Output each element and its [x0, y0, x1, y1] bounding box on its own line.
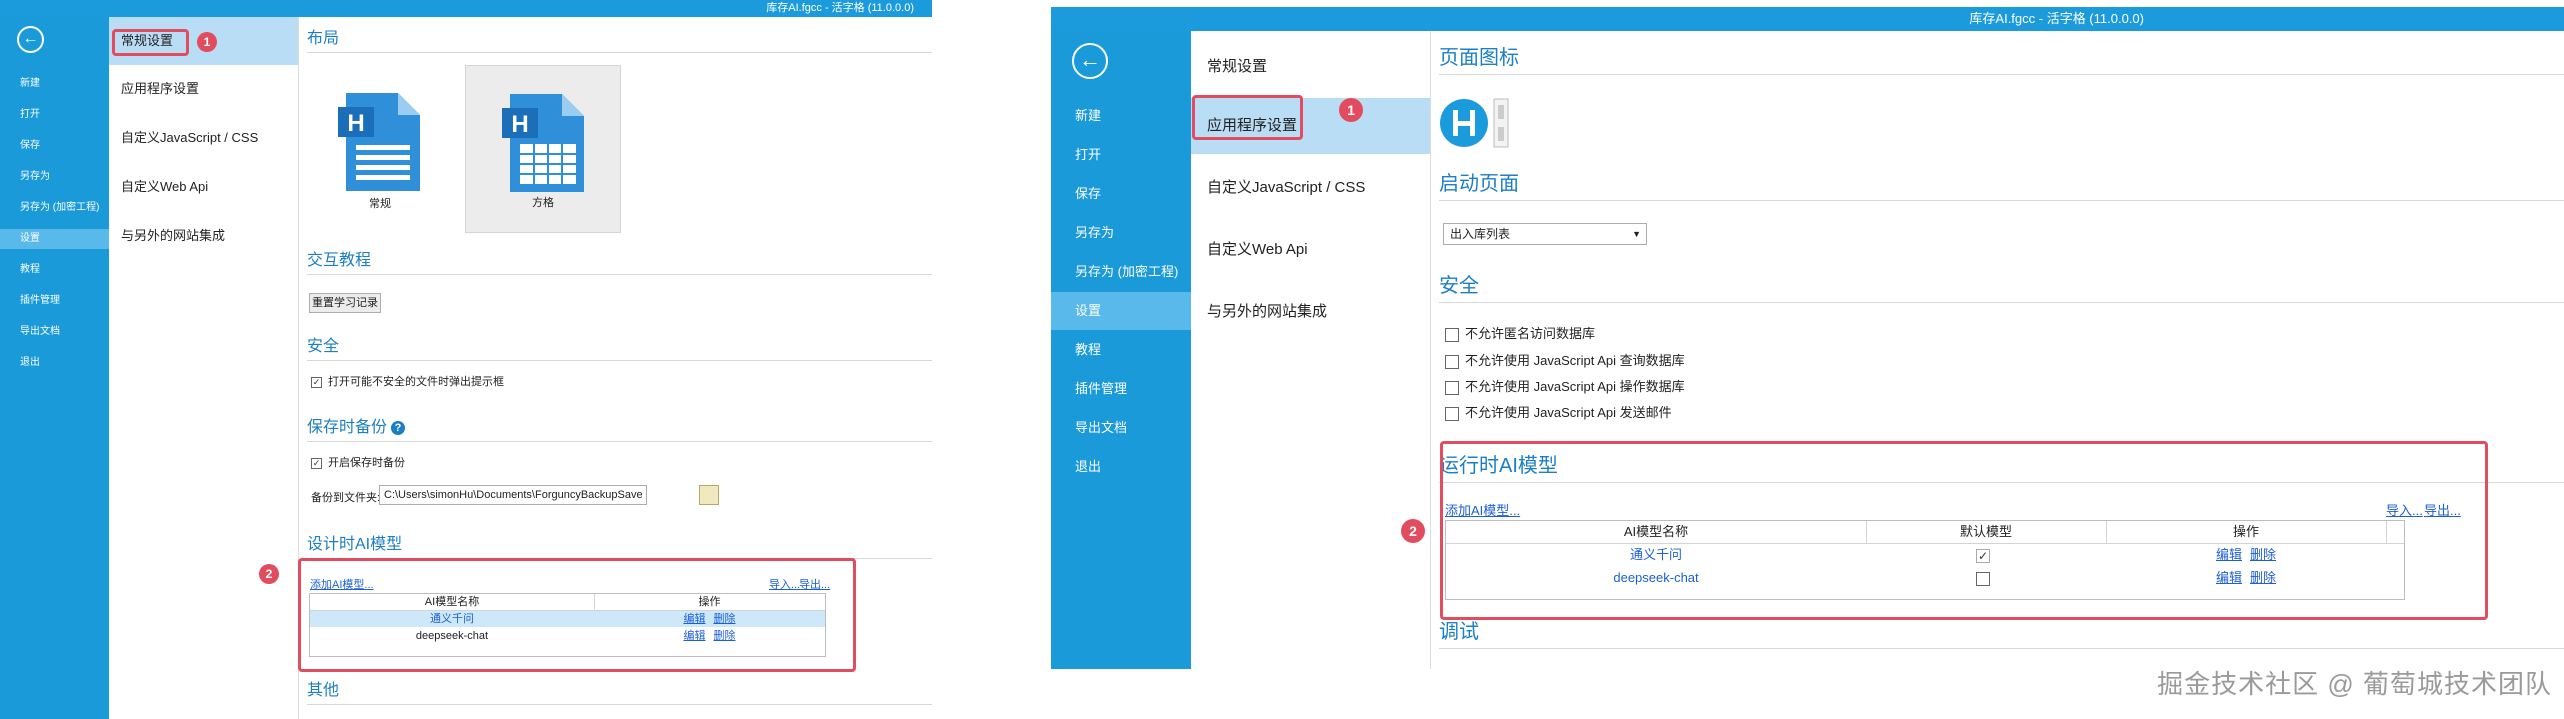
nav-plugins[interactable]: 插件管理 [1051, 370, 1191, 408]
grid-document-icon: H [502, 94, 584, 192]
checkbox-icon[interactable] [1445, 327, 1459, 342]
section-backup-title: 保存时备份? [307, 416, 932, 442]
section-security-title: 安全 [1439, 271, 2564, 303]
backup-folder-input[interactable]: C:\Users\simonHu\Documents\ForguncyBacku… [379, 485, 647, 505]
document-icon: H [338, 93, 420, 191]
nav-save[interactable]: 保存 [1051, 175, 1191, 213]
nav-settings[interactable]: 设置 [0, 229, 109, 249]
section-page-icon-title: 页面图标 [1439, 43, 2564, 75]
window-title: 库存AI.fgcc - 活字格 (11.0.0.0) [0, 0, 932, 17]
layout-option-grid[interactable]: H 方格 [465, 65, 621, 233]
nav-new[interactable]: 新建 [0, 74, 109, 94]
nav-open[interactable]: 打开 [0, 105, 109, 125]
checkbox-icon[interactable]: ✓ [311, 376, 322, 388]
nav-open[interactable]: 打开 [1051, 136, 1191, 174]
annotation-badge: 1 [1339, 98, 1363, 122]
annotation-badge: 1 [197, 32, 217, 52]
section-layout-title: 布局 [307, 27, 932, 53]
nav-save-as[interactable]: 另存为 [1051, 214, 1191, 252]
settings-subnav: 常规设置 应用程序设置 自定义JavaScript / CSS 自定义Web A… [109, 17, 299, 719]
annotation-highlight-ai-models [1440, 441, 2488, 620]
deny-anonymous-db-check[interactable]: 不允许匿名访问数据库 [1445, 323, 1595, 345]
backup-folder-label: 备份到文件夹: [311, 492, 381, 504]
checkbox-icon[interactable]: ✓ [311, 457, 322, 469]
section-design-ai-title: 设计时AI模型 [307, 533, 932, 559]
reset-tutorial-button[interactable]: 重置学习记录 [309, 293, 381, 313]
nav-exit[interactable]: 退出 [0, 353, 109, 373]
nav-plugins[interactable]: 插件管理 [0, 291, 109, 311]
annotation-highlight-general [112, 29, 189, 56]
back-arrow-icon[interactable]: ← [1072, 43, 1108, 79]
subnav-web-api[interactable]: 自定义Web Api [109, 163, 298, 211]
deny-js-query-check[interactable]: 不允许使用 JavaScript Api 查询数据库 [1445, 350, 1685, 372]
annotation-badge: 2 [1401, 519, 1425, 543]
watermark: 掘金技术社区 @ 葡萄城技术团队 [2157, 669, 2552, 699]
start-page-select[interactable]: 出入库列表 ▼ [1443, 223, 1647, 245]
annotation-highlight-ai-models [298, 558, 856, 672]
subnav-site-integration[interactable]: 与另外的网站集成 [109, 212, 298, 260]
checkbox-icon[interactable] [1445, 354, 1459, 369]
left-window: 库存AI.fgcc - 活字格 (11.0.0.0) ← 新建 打开 保存 另存… [0, 0, 932, 719]
deny-js-modify-check[interactable]: 不允许使用 JavaScript Api 操作数据库 [1445, 376, 1685, 398]
backup-on-save-check[interactable]: ✓ 开启保存时备份 [311, 455, 405, 471]
back-arrow-icon[interactable]: ← [17, 26, 44, 53]
layout-option-normal[interactable]: H 常规 [302, 65, 458, 233]
layout-option-label: 常规 [369, 198, 391, 210]
nav-tutorial[interactable]: 教程 [0, 260, 109, 280]
nav-settings[interactable]: 设置 [1051, 292, 1191, 330]
unsafe-file-warning-check[interactable]: ✓ 打开可能不安全的文件时弹出提示框 [311, 374, 504, 390]
annotation-highlight-app-settings [1192, 95, 1303, 140]
nav-export-doc[interactable]: 导出文档 [1051, 409, 1191, 447]
subnav-web-api[interactable]: 自定义Web Api [1191, 222, 1430, 278]
nav-save[interactable]: 保存 [0, 136, 109, 156]
section-security-title: 安全 [307, 335, 932, 361]
svg-text:H: H [511, 111, 528, 138]
svg-text:H: H [347, 110, 364, 137]
subnav-general[interactable]: 常规设置 [1191, 39, 1430, 95]
right-window: 库存AI.fgcc - 活字格 (11.0.0.0) ← 新建 打开 保存 另存… [1051, 7, 2564, 669]
checkbox-icon[interactable] [1445, 380, 1459, 395]
section-tutorial-title: 交互教程 [307, 249, 932, 275]
nav-tutorial[interactable]: 教程 [1051, 331, 1191, 369]
backstage-nav: ← 新建 打开 保存 另存为 另存为 (加密工程) 设置 教程 插件管理 导出文… [0, 17, 109, 719]
chevron-down-icon: ▼ [1632, 229, 1641, 239]
nav-export-doc[interactable]: 导出文档 [0, 322, 109, 342]
subnav-custom-js-css[interactable]: 自定义JavaScript / CSS [1191, 160, 1430, 216]
help-icon[interactable]: ? [391, 420, 406, 435]
browse-folder-button[interactable] [699, 485, 719, 505]
section-other-title: 其他 [307, 679, 932, 705]
annotation-badge: 2 [259, 564, 279, 584]
section-start-page-title: 启动页面 [1439, 169, 2564, 201]
layout-option-label: 方格 [532, 197, 554, 209]
window-title: 库存AI.fgcc - 活字格 (11.0.0.0) [1051, 7, 2564, 31]
subnav-site-integration[interactable]: 与另外的网站集成 [1191, 284, 1430, 340]
subnav-app[interactable]: 应用程序设置 [109, 65, 298, 113]
nav-save-as-encrypted[interactable]: 另存为 (加密工程) [1051, 253, 1191, 291]
backstage-nav: ← 新建 打开 保存 另存为 另存为 (加密工程) 设置 教程 插件管理 导出文… [1051, 31, 1191, 669]
nav-new[interactable]: 新建 [1051, 97, 1191, 135]
page-icon-preview[interactable] [1440, 97, 1512, 149]
nav-save-as[interactable]: 另存为 [0, 167, 109, 187]
subnav-custom-js-css[interactable]: 自定义JavaScript / CSS [109, 114, 298, 162]
nav-exit[interactable]: 退出 [1051, 448, 1191, 486]
nav-save-as-encrypted[interactable]: 另存为 (加密工程) [0, 198, 109, 218]
checkbox-icon[interactable] [1445, 406, 1459, 421]
deny-js-email-check[interactable]: 不允许使用 JavaScript Api 发送邮件 [1445, 402, 1672, 424]
section-debug-title: 调试 [1439, 617, 2564, 649]
